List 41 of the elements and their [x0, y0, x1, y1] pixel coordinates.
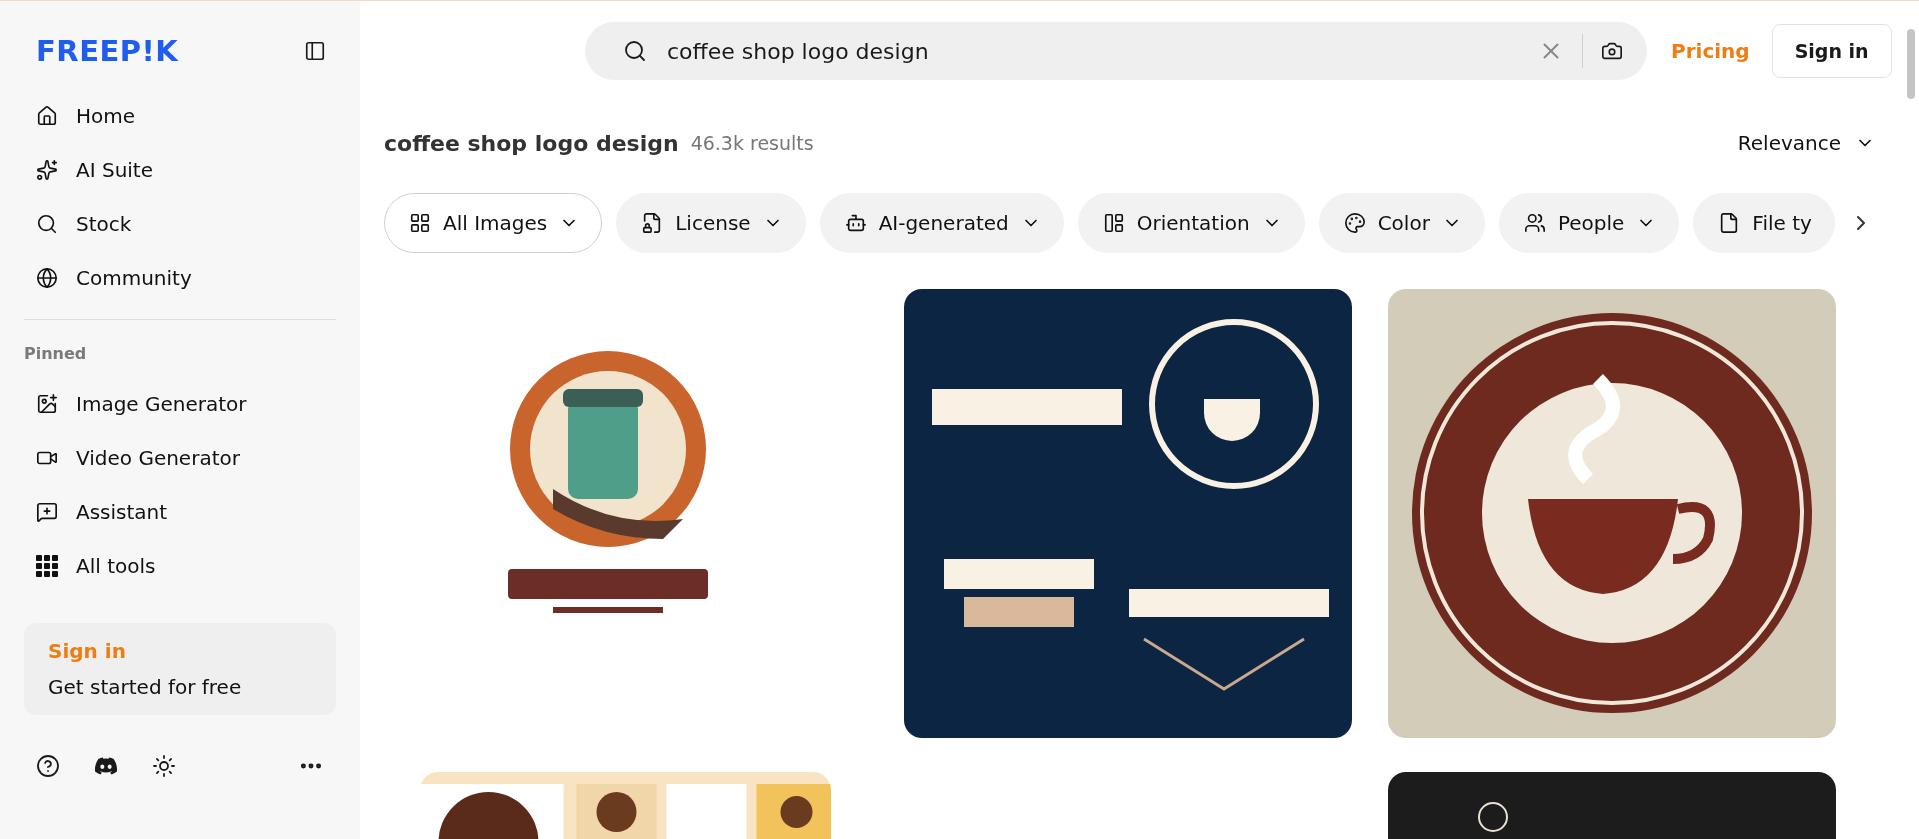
grid-icon [36, 555, 58, 577]
sidebar-item[interactable]: Home [24, 89, 336, 143]
sidebar-item[interactable]: Image Generator [24, 377, 336, 431]
camera-icon[interactable] [1601, 40, 1623, 62]
sidebar-item[interactable]: AI Suite [24, 143, 336, 197]
palette-icon [1343, 212, 1366, 234]
section-heading: Pinned [24, 344, 88, 365]
people-icon [1523, 212, 1546, 234]
sidebar-item[interactable]: All tools [24, 539, 336, 593]
filter-chip[interactable]: File ty [1693, 193, 1835, 253]
signin-button[interactable]: Sign in [1771, 24, 1892, 78]
sidebar-item[interactable]: Stock [24, 197, 336, 251]
filter-chip[interactable]: License [616, 193, 806, 253]
search-input[interactable]: coffee shop logo design [665, 37, 1520, 65]
results-title: coffee shop logo design [384, 130, 679, 156]
filter-chip[interactable]: Orientation [1077, 193, 1305, 253]
chat-icon [36, 501, 58, 523]
sparkles-icon [36, 159, 58, 181]
filter-chip[interactable]: Color [1318, 193, 1485, 253]
filter-chip[interactable]: All Images [384, 193, 603, 253]
card-text: Get started for free [48, 675, 243, 699]
sun-icon[interactable] [152, 754, 176, 778]
filter-chip[interactable]: AI-generated [819, 193, 1064, 253]
home-icon [36, 105, 58, 127]
search-icon [36, 213, 58, 235]
search-field[interactable]: coffee shop logo design [585, 22, 1647, 80]
sidebar-item[interactable]: Community [24, 251, 336, 305]
sidebar-item[interactable]: Assistant [24, 485, 336, 539]
filter-chip[interactable]: People [1498, 193, 1680, 253]
scrollbar[interactable] [1907, 29, 1915, 99]
image-icon [36, 393, 58, 415]
sort-dropdown[interactable]: Relevance [1731, 130, 1881, 156]
sidebar-item[interactable]: Video Generator [24, 431, 336, 485]
globe-icon [36, 267, 58, 289]
sidebar-toggle-icon[interactable] [304, 40, 326, 62]
results-count: 46.3k results [690, 132, 814, 154]
help-icon[interactable] [36, 754, 60, 778]
logo[interactable]: FREEP!K [36, 34, 179, 68]
apps-icon [409, 212, 431, 234]
layout-icon [1102, 212, 1125, 234]
search-icon [623, 39, 647, 63]
